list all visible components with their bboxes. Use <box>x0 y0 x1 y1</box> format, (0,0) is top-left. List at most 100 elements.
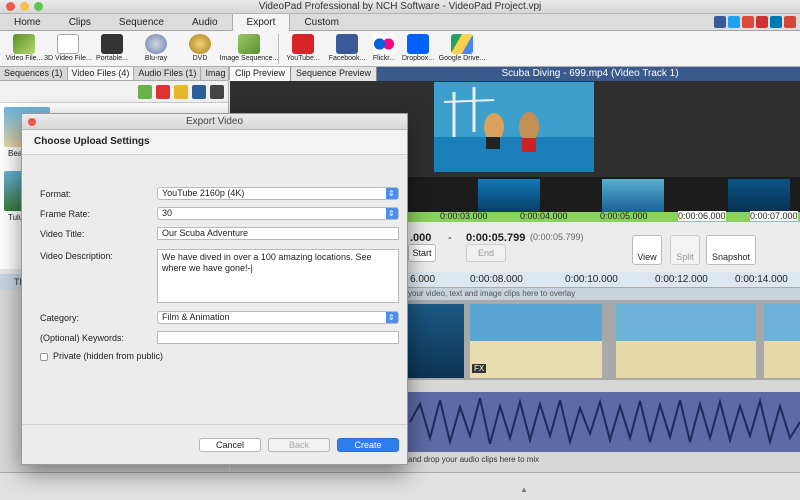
ruler-tick-label: 0:00:14.000 <box>735 274 788 285</box>
clip-end-time: 0:00:05.799 <box>466 232 526 244</box>
video-file-icon <box>13 34 35 54</box>
set-start-button[interactable]: Start <box>408 244 436 262</box>
view-button[interactable]: View <box>632 235 662 265</box>
upload-youtube-button[interactable]: YouTube... <box>281 31 325 67</box>
detach-panel-icon[interactable] <box>210 84 224 99</box>
format-label: Format: <box>40 189 72 199</box>
video-clip[interactable] <box>470 304 602 378</box>
preview-clip-title: Scuba Diving - 699.mp4 (Video Track 1) <box>501 68 679 79</box>
bin-tabs: Sequences (1) Video Files (4) Audio File… <box>0 67 231 81</box>
portable-device-icon <box>101 34 123 54</box>
google-drive-icon <box>451 34 473 54</box>
tab-sequence[interactable]: Sequence <box>105 14 178 31</box>
dialog-title: Export Video <box>185 116 244 127</box>
upload-google-drive-button[interactable]: Google Drive... <box>437 31 487 67</box>
filmstrip-frame <box>602 179 664 213</box>
ruler-tick-label: 0:00:06.000 <box>678 211 726 221</box>
dialog-titlebar: Export Video <box>22 114 407 130</box>
filmstrip-frame <box>478 179 540 213</box>
export-portable-button[interactable]: Portable... <box>90 31 134 67</box>
snapshot-button[interactable]: Snapshot <box>706 235 756 265</box>
dialog-close-button[interactable] <box>28 118 36 126</box>
split-button[interactable]: Split <box>670 235 700 265</box>
tab-video-files[interactable]: Video Files (4) <box>67 67 135 80</box>
format-select[interactable]: YouTube 2160p (4K) <box>157 187 399 200</box>
upload-dropbox-button[interactable]: Dropbox... <box>399 31 437 67</box>
export-3d-video-button[interactable]: 3D Video File... <box>44 31 92 67</box>
ruler-tick-label: 6.000 <box>410 274 436 285</box>
dialog-form: Format: YouTube 2160p (4K) Frame Rate: 3… <box>22 155 407 425</box>
export-video-dialog: Export Video Choose Upload Settings Form… <box>21 113 408 465</box>
ruler-tick-label: 0:00:03.000 <box>440 211 488 221</box>
frame-rate-label: Frame Rate: <box>40 209 91 219</box>
tab-sequence-preview[interactable]: Sequence Preview <box>291 67 378 81</box>
export-image-sequence-button[interactable]: Image Sequence... <box>220 31 278 67</box>
upload-flickr-button[interactable]: Flickr... <box>369 31 399 67</box>
export-video-file-button[interactable]: Video File... <box>2 31 46 67</box>
dvd-disc-icon <box>189 34 211 54</box>
format-value: YouTube 2160p (4K) <box>162 188 245 198</box>
frame-rate-value: 30 <box>162 208 173 218</box>
dropbox-icon <box>407 34 429 54</box>
add-to-sequence-icon[interactable] <box>138 84 152 99</box>
folder-icon[interactable] <box>174 84 188 99</box>
clip-duration: (0:00:05.799) <box>530 232 584 242</box>
google-plus-icon[interactable] <box>742 16 754 28</box>
linkedin-icon[interactable] <box>770 16 782 28</box>
social-links <box>714 16 796 28</box>
select-arrow-icon <box>386 208 398 219</box>
bluray-disc-icon <box>145 34 167 54</box>
twitter-icon[interactable] <box>728 16 740 28</box>
category-select[interactable]: Film & Animation <box>157 311 399 324</box>
video-title-label: Video Title: <box>40 229 85 239</box>
preview-video-frame[interactable] <box>434 82 594 172</box>
set-end-button[interactable]: End <box>466 244 506 262</box>
cancel-button[interactable]: Cancel <box>199 438 261 452</box>
window-titlebar: VideoPad Professional by NCH Software - … <box>0 0 800 14</box>
dialog-heading: Choose Upload Settings <box>22 130 407 155</box>
frame-rate-select[interactable]: 30 <box>157 207 399 220</box>
tab-home[interactable]: Home <box>0 14 55 31</box>
tab-clip-preview[interactable]: Clip Preview <box>230 67 292 81</box>
create-button[interactable]: Create <box>337 438 399 452</box>
export-bluray-button[interactable]: Blu-ray <box>134 31 178 67</box>
select-arrow-icon <box>386 188 398 199</box>
filmstrip-frame <box>728 179 790 213</box>
facebook-icon[interactable] <box>714 16 726 28</box>
delete-icon[interactable] <box>156 84 170 99</box>
facebook-icon <box>336 34 358 54</box>
ribbon-tabs: Home Clips Sequence Audio Export Custom <box>0 14 800 31</box>
tab-sequences[interactable]: Sequences (1) <box>0 67 68 80</box>
list-view-icon[interactable] <box>192 84 206 99</box>
category-value: Film & Animation <box>162 312 230 322</box>
fx-badge[interactable]: FX <box>472 364 487 373</box>
private-label: Private (hidden from public) <box>53 351 164 361</box>
keywords-field[interactable] <box>157 331 399 344</box>
youtube-icon[interactable] <box>756 16 768 28</box>
youtube-icon <box>292 34 314 54</box>
video-clip[interactable] <box>616 304 756 378</box>
video-description-field[interactable]: We have dived in over a 100 amazing loca… <box>157 249 399 303</box>
tab-audio[interactable]: Audio <box>178 14 232 31</box>
window-title: VideoPad Professional by NCH Software - … <box>258 1 542 12</box>
export-dvd-button[interactable]: DVD <box>178 31 222 67</box>
keywords-label: (Optional) Keywords: <box>40 333 125 343</box>
flickr-icon <box>373 34 395 54</box>
video-title-field[interactable]: Our Scuba Adventure <box>157 227 399 240</box>
video-clip[interactable] <box>764 304 800 378</box>
private-checkbox[interactable] <box>40 353 48 361</box>
3d-glasses-icon <box>57 34 79 54</box>
tab-audio-files[interactable]: Audio Files (1) <box>134 67 202 80</box>
tab-export[interactable]: Export <box>231 14 291 31</box>
help-icon[interactable] <box>784 16 796 28</box>
tab-clips[interactable]: Clips <box>55 14 105 31</box>
video-clip[interactable] <box>408 304 464 378</box>
tab-custom[interactable]: Custom <box>290 14 352 31</box>
upload-facebook-button[interactable]: Facebook... <box>325 31 369 67</box>
export-toolbar: Video File... 3D Video File... Portable.… <box>0 31 800 67</box>
toolbar-divider <box>278 34 279 64</box>
collapse-arrow-icon[interactable]: ▲ <box>520 485 528 494</box>
back-button[interactable]: Back <box>268 438 330 452</box>
ruler-tick-label: 0:00:05.000 <box>600 211 648 221</box>
tab-images[interactable]: Imag <box>201 67 231 80</box>
